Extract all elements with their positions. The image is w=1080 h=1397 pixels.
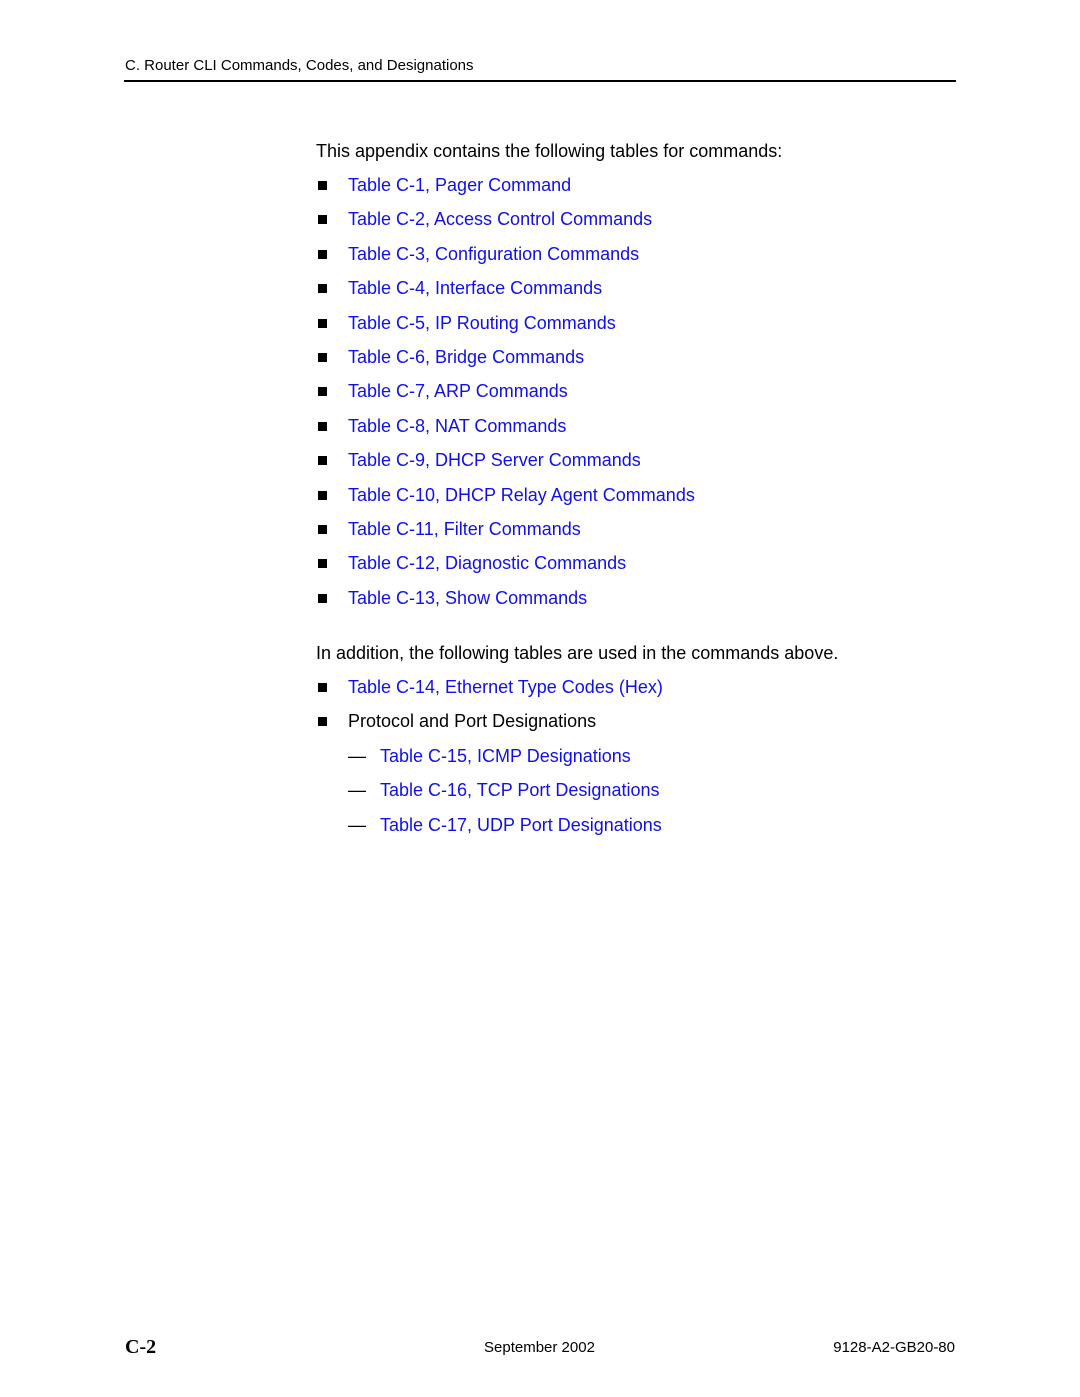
link-table-c-16[interactable]: Table C-16, TCP Port Designations xyxy=(380,780,659,801)
list-item: Table C-2, Access Control Commands xyxy=(316,209,695,243)
em-dash-icon: — xyxy=(348,814,366,835)
link-table-c-9[interactable]: Table C-9, DHCP Server Commands xyxy=(348,450,641,471)
square-bullet-icon xyxy=(318,717,327,727)
list-item: Table C-3, Configuration Commands xyxy=(316,244,695,278)
sublist-item: — Table C-16, TCP Port Designations xyxy=(348,780,662,814)
square-bullet-icon xyxy=(318,352,327,362)
list-item: Table C-4, Interface Commands xyxy=(316,278,695,312)
protocol-sublist: — Table C-15, ICMP Designations — Table C-… xyxy=(348,746,662,849)
square-bullet-icon xyxy=(318,456,327,466)
list-item: Table C-5, IP Routing Commands xyxy=(316,313,695,347)
document-number: 9128-A2-GB20-80 xyxy=(833,1339,955,1356)
em-dash-icon: — xyxy=(348,780,366,801)
link-table-c-6[interactable]: Table C-6, Bridge Commands xyxy=(348,347,584,368)
additional-table-list: Table C-14, Ethernet Type Codes (Hex) Pr… xyxy=(316,677,663,746)
list-item: Table C-11, Filter Commands xyxy=(316,519,695,553)
page-number: C-2 xyxy=(125,1336,157,1358)
link-table-c-4[interactable]: Table C-4, Interface Commands xyxy=(348,278,602,299)
list-item: Table C-8, NAT Commands xyxy=(316,416,695,450)
link-table-c-12[interactable]: Table C-12, Diagnostic Commands xyxy=(348,553,626,574)
list-item: Table C-7, ARP Commands xyxy=(316,381,695,415)
sublist-item: — Table C-15, ICMP Designations xyxy=(348,746,662,780)
link-table-c-5[interactable]: Table C-5, IP Routing Commands xyxy=(348,313,616,334)
square-bullet-icon xyxy=(318,421,327,431)
square-bullet-icon xyxy=(318,215,327,225)
link-table-c-17[interactable]: Table C-17, UDP Port Designations xyxy=(380,815,662,836)
square-bullet-icon xyxy=(318,249,327,259)
list-item: Table C-12, Diagnostic Commands xyxy=(316,553,695,587)
square-bullet-icon xyxy=(318,318,327,328)
list-item: Table C-6, Bridge Commands xyxy=(316,347,695,381)
square-bullet-icon xyxy=(318,683,327,692)
additional-intro-text: In addition, the following tables are us… xyxy=(316,643,839,663)
em-dash-icon: — xyxy=(348,746,366,766)
footer-date: September 2002 xyxy=(484,1339,595,1356)
link-table-c-15[interactable]: Table C-15, ICMP Designations xyxy=(380,746,631,767)
list-item: Table C-1, Pager Command xyxy=(316,175,695,209)
list-item: Table C-9, DHCP Server Commands xyxy=(316,450,695,484)
link-table-c-1[interactable]: Table C-1, Pager Command xyxy=(348,175,571,196)
square-bullet-icon xyxy=(318,593,327,603)
link-table-c-14[interactable]: Table C-14, Ethernet Type Codes (Hex) xyxy=(348,677,663,698)
link-table-c-10[interactable]: Table C-10, DHCP Relay Agent Commands xyxy=(348,485,695,506)
command-table-list: Table C-1, Pager Command Table C-2, Acce… xyxy=(316,175,695,622)
square-bullet-icon xyxy=(318,524,327,534)
header-rule xyxy=(124,80,956,82)
protocol-port-heading: Protocol and Port Designations xyxy=(348,711,597,732)
square-bullet-icon xyxy=(318,284,327,294)
running-header: C. Router CLI Commands, Codes, and Desig… xyxy=(125,57,474,74)
square-bullet-icon xyxy=(318,181,327,190)
list-item: Table C-13, Show Commands xyxy=(316,588,695,622)
link-table-c-7[interactable]: Table C-7, ARP Commands xyxy=(348,381,568,402)
link-table-c-11[interactable]: Table C-11, Filter Commands xyxy=(348,519,581,540)
square-bullet-icon xyxy=(318,559,327,569)
intro-text: This appendix contains the following tab… xyxy=(316,141,783,161)
square-bullet-icon xyxy=(318,387,327,397)
list-item: Table C-10, DHCP Relay Agent Commands xyxy=(316,485,695,519)
sublist-item: — Table C-17, UDP Port Designations xyxy=(348,815,662,849)
link-table-c-8[interactable]: Table C-8, NAT Commands xyxy=(348,416,566,437)
link-table-c-3[interactable]: Table C-3, Configuration Commands xyxy=(348,244,639,265)
list-item: Protocol and Port Designations xyxy=(316,711,663,745)
link-table-c-2[interactable]: Table C-2, Access Control Commands xyxy=(348,209,652,230)
list-item: Table C-14, Ethernet Type Codes (Hex) xyxy=(316,677,663,711)
square-bullet-icon xyxy=(318,490,327,500)
link-table-c-13[interactable]: Table C-13, Show Commands xyxy=(348,588,587,609)
